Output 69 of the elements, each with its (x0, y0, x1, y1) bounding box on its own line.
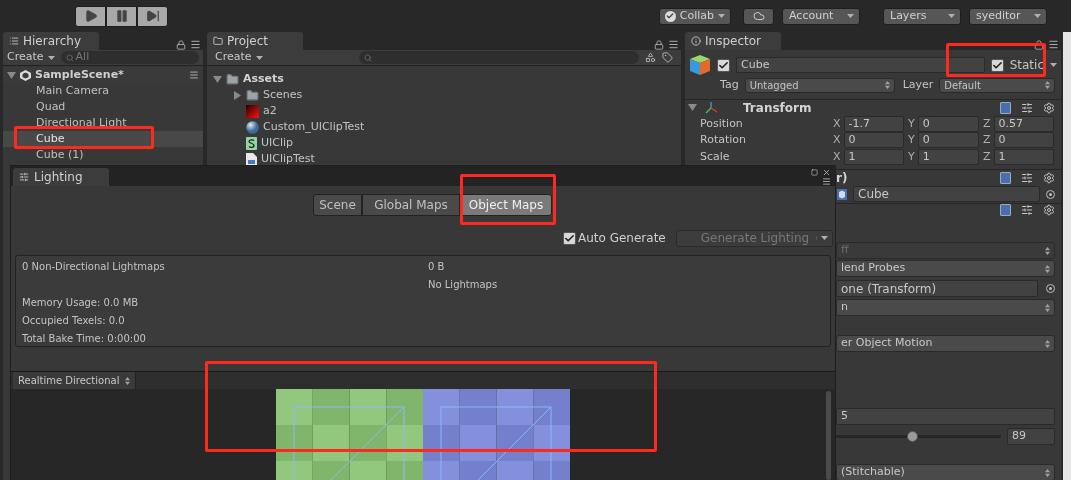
create-button[interactable]: Create (215, 49, 263, 66)
object-field[interactable]: Cube (853, 186, 1040, 202)
axis-label: Y (908, 115, 915, 132)
asset-name[interactable]: UIClip (261, 134, 294, 152)
name-field[interactable]: Cube (736, 57, 985, 73)
axis-label: X (833, 132, 841, 148)
number-field[interactable]: 0.57 (993, 115, 1054, 132)
axis-label: X (833, 115, 841, 132)
panel-tab[interactable]: Project (207, 32, 303, 50)
hierarchy-item[interactable]: Main Camera (36, 85, 109, 97)
stat-text: Memory Usage: 0.0 MB (22, 295, 140, 310)
component-title[interactable]: r) (836, 169, 1000, 187)
dropdown[interactable]: n (836, 299, 1055, 316)
hierarchy-item[interactable]: Quad (36, 101, 66, 113)
tag-label: Tag (720, 77, 739, 93)
stat-text: 0 Non-Directional Lightmaps (22, 259, 166, 274)
dropdown-button[interactable]: Account (782, 7, 860, 25)
stat-text: Occupied Texels: 0.0 (22, 313, 126, 328)
number-field[interactable]: 1 (917, 148, 979, 165)
preview-mode-dropdown[interactable]: Realtime Directional (13, 372, 137, 389)
asset-name[interactable]: Scenes (263, 86, 303, 104)
dropdown[interactable]: lend Probes (836, 260, 1055, 277)
mode-tab[interactable]: Global Maps (362, 194, 460, 216)
asset-name[interactable]: Custom_UIClipTest (263, 118, 365, 136)
number-field[interactable]: 1 (993, 148, 1054, 165)
number-field[interactable]: -1.7 (843, 115, 904, 132)
asset-name[interactable]: UIClipTest (261, 150, 315, 168)
property-label: Rotation (700, 132, 747, 148)
number-field[interactable]: 0 (917, 132, 979, 149)
property-label: Scale (700, 148, 731, 165)
number-field[interactable]: 0 (843, 132, 904, 149)
window-tab[interactable]: Lighting (13, 168, 109, 186)
property-label: Position (700, 115, 744, 132)
dropdown[interactable]: er Object Motion (836, 335, 1055, 352)
dropdown-button[interactable]: syeditor (969, 7, 1047, 25)
tag-dropdown[interactable]: Untagged (744, 77, 895, 93)
panel-tab[interactable]: Inspector (685, 32, 781, 50)
number-field[interactable]: 0 (993, 132, 1054, 149)
axis-label: Z (983, 148, 991, 165)
panel-tab[interactable]: Hierarchy (3, 32, 99, 50)
axis-label: Z (983, 132, 991, 148)
mode-tab[interactable]: Object Maps (460, 194, 552, 216)
collab-button[interactable]: Collab (658, 7, 731, 25)
number-field[interactable]: 0 (917, 115, 979, 132)
dropdown[interactable]: (Stitchable) (836, 464, 1055, 480)
object-field[interactable]: one (Transform) (836, 280, 1038, 297)
number-field[interactable]: 89 (1007, 428, 1055, 445)
mode-tab[interactable]: Scene (313, 194, 362, 216)
component-title[interactable]: Transform (743, 98, 992, 117)
layer-dropdown[interactable]: Default (939, 77, 1055, 93)
number-field[interactable]: 1 (843, 148, 904, 165)
create-button[interactable]: Create (7, 49, 55, 66)
axis-label: Y (908, 148, 915, 165)
scene-name[interactable]: SampleScene* (35, 66, 185, 84)
dropdown-button[interactable]: Layers (883, 7, 961, 25)
hierarchy-item[interactable]: Cube (1) (36, 149, 84, 161)
asset-name[interactable]: Assets (243, 70, 284, 88)
static-label: Static (1009, 57, 1044, 74)
number-field[interactable]: 5 (836, 408, 1055, 425)
axis-label: Y (908, 132, 915, 148)
hierarchy-item[interactable]: Cube (3, 131, 203, 147)
stat-text: Total Bake Time: 0:00:00 (22, 331, 147, 346)
stat-text: 0 B (428, 259, 446, 274)
axis-label: X (833, 148, 841, 165)
auto-generate-label: Auto Generate (578, 230, 666, 247)
axis-label: Z (983, 115, 991, 132)
stat-text: No Lightmaps (428, 277, 499, 292)
layer-label: Layer (902, 77, 934, 93)
asset-name[interactable]: a2 (263, 102, 277, 120)
